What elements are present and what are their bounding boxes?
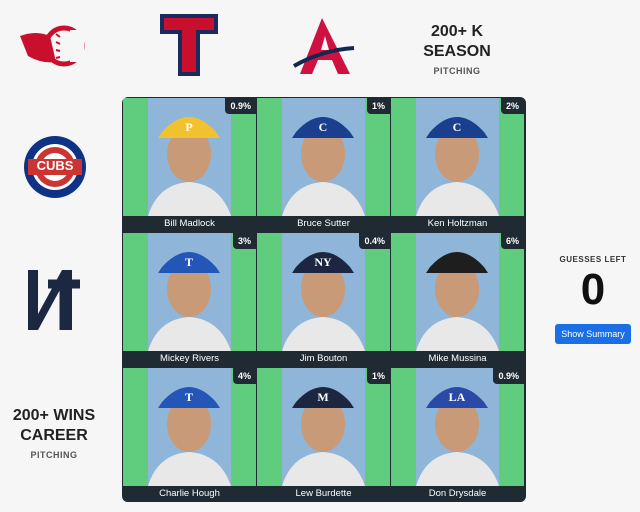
grid-cell[interactable]: NY 0.4% Jim Bouton [257,233,390,367]
rarity-badge: 4% [232,368,256,384]
svg-text:C: C [319,120,328,134]
player-name: Jim Bouton [257,351,390,367]
col-header-line1: 200+ K [430,23,484,40]
immaculate-grid: P 0.9% Bill Madlock C 1% Bruce Sutter C 2% Ken H… [122,97,526,502]
yankees-logo-icon [18,264,90,336]
guesses-left-label: GUESSES LEFT [559,255,627,264]
svg-text:C: C [453,120,462,134]
player-photo: NY [282,233,365,351]
player-photo: LA [416,368,499,486]
braves-logo-icon [288,12,358,82]
player-name: Don Drysdale [391,486,524,502]
guesses-panel: GUESSES LEFT 0 [548,255,638,316]
rarity-badge: 1% [366,368,390,384]
svg-text:T: T [185,390,193,404]
player-photo: M [282,368,365,486]
cubs-logo-icon: CUBS [22,134,88,200]
grid-cell[interactable]: C 1% Bruce Sutter [257,98,390,232]
col-header-strikeouts: 200+ K SEASON PITCHING [402,22,512,76]
player-name: Lew Burdette [257,486,390,502]
player-photo: P [148,98,231,216]
grid-cell[interactable]: 6% Mike Mussina [391,233,524,367]
row-header-sub: PITCHING [30,450,78,460]
player-photo: T [148,368,231,486]
player-photo: T [148,233,231,351]
player-name: Ken Holtzman [391,216,524,232]
player-name: Bill Madlock [123,216,256,232]
player-photo: C [416,98,499,216]
rangers-logo-icon [158,12,220,82]
guesses-left-count: 0 [580,265,606,314]
rarity-badge: 2% [500,98,524,114]
player-photo: C [282,98,365,216]
row-header-line2: CAREER [20,427,88,444]
rarity-badge: 0.9% [493,368,524,384]
grid-cell[interactable]: M 1% Lew Burdette [257,368,390,502]
rarity-badge: 0.9% [225,98,256,114]
show-summary-button[interactable]: Show Summary [555,324,631,344]
col-header-sub: PITCHING [433,66,481,76]
svg-text:T: T [185,255,193,269]
player-name: Charlie Hough [123,486,256,502]
grid-cell[interactable]: C 2% Ken Holtzman [391,98,524,232]
player-name: Bruce Sutter [257,216,390,232]
player-photo [416,233,499,351]
grid-cell[interactable]: T 3% Mickey Rivers [123,233,256,367]
grid-cell[interactable]: T 4% Charlie Hough [123,368,256,502]
rarity-badge: 3% [232,233,256,249]
svg-text:M: M [317,390,328,404]
svg-text:P: P [185,120,192,134]
grid-cell[interactable]: LA 0.9% Don Drysdale [391,368,524,502]
player-name: Mickey Rivers [123,351,256,367]
grid-cell[interactable]: P 0.9% Bill Madlock [123,98,256,232]
row-header-wins: 200+ WINS CAREER PITCHING [0,406,108,460]
reds-logo-icon [16,20,88,72]
rarity-badge: 1% [366,98,390,114]
rarity-badge: 0.4% [359,233,390,249]
player-name: Mike Mussina [391,351,524,367]
svg-text:NY: NY [314,255,332,269]
svg-text:LA: LA [449,390,466,404]
col-header-line2: SEASON [423,43,491,60]
row-header-line1: 200+ WINS [12,407,96,424]
rarity-badge: 6% [500,233,524,249]
cubs-logo-text: CUBS [36,158,74,173]
